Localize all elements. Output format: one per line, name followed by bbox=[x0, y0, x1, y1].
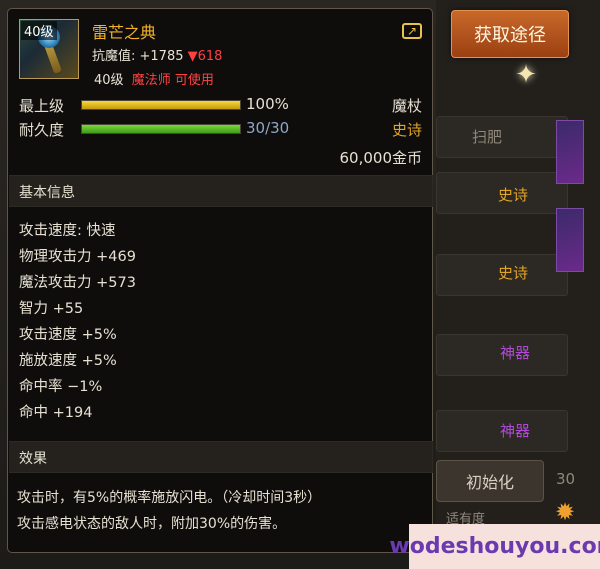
partial-number: 30 bbox=[556, 470, 576, 488]
durability-bar bbox=[81, 124, 241, 134]
list-item-rarity: 史诗 bbox=[498, 186, 529, 204]
item-type: 魔杖 bbox=[391, 97, 422, 115]
list-item-icon bbox=[556, 120, 584, 184]
durability-value: 30/30 bbox=[246, 119, 290, 137]
watermark: wodeshouyou.com bbox=[389, 524, 600, 569]
effect-line: 攻击时，有5%的概率施放闪电。（冷却时间3秒） bbox=[17, 490, 322, 506]
attribute-line: 攻击速度: 快速 bbox=[19, 223, 116, 239]
requirement: 40级 魔法师 可使用 bbox=[94, 69, 214, 88]
sun-gear-icon: ✹ bbox=[554, 498, 576, 526]
list-item-icon bbox=[556, 208, 584, 272]
durability-bar-fill bbox=[82, 125, 240, 133]
effect-title: 效果 bbox=[19, 451, 47, 467]
sparkle-icon: ✦ bbox=[515, 60, 537, 90]
attribute-line: 命中 +194 bbox=[19, 405, 93, 421]
required-level: 40级 bbox=[94, 73, 124, 88]
list-item-tag: 扫肥 bbox=[472, 128, 503, 146]
attribute-line: 施放速度 +5% bbox=[19, 353, 117, 369]
magic-resist-value: 抗魔值: +1785 bbox=[92, 49, 184, 64]
list-item-rarity: 神器 bbox=[500, 344, 531, 362]
attribute-line: 智力 +55 bbox=[19, 301, 84, 317]
initialize-button[interactable]: 初始化 bbox=[436, 460, 544, 502]
grade-label: 最上级 bbox=[19, 97, 65, 115]
grade-bar bbox=[81, 100, 241, 110]
attribute-line: 命中率 −1% bbox=[19, 379, 103, 395]
attribute-line: 攻击速度 +5% bbox=[19, 327, 117, 343]
attribute-line: 物理攻击力 +469 bbox=[19, 249, 136, 265]
item-rarity: 史诗 bbox=[391, 121, 422, 139]
item-price: 60,000金币 bbox=[339, 149, 423, 167]
grade-value: 100% bbox=[246, 95, 289, 113]
effect-line: 攻击感电状态的敌人时，附加30%的伤害。 bbox=[17, 516, 287, 532]
durability-label: 耐久度 bbox=[19, 121, 65, 139]
basic-info-title: 基本信息 bbox=[19, 185, 75, 201]
magic-resist: 抗魔值: +1785 ▼618 bbox=[92, 45, 222, 64]
list-item-rarity: 史诗 bbox=[498, 264, 529, 282]
grade-bar-fill bbox=[82, 101, 240, 109]
magic-resist-delta: ▼618 bbox=[187, 49, 223, 64]
item-tooltip: 40级 雷芒之典 抗魔值: +1785 ▼618 40级 魔法师 可使用 ↗ 最… bbox=[7, 8, 433, 553]
required-class: 魔法师 可使用 bbox=[131, 73, 214, 88]
item-level-badge: 40级 bbox=[21, 21, 57, 40]
item-name: 雷芒之典 bbox=[92, 23, 157, 42]
share-arrow-icon[interactable]: ↗ bbox=[402, 23, 422, 39]
acquire-method-button[interactable]: 获取途径 bbox=[451, 10, 569, 58]
attribute-line: 魔法攻击力 +573 bbox=[19, 275, 136, 291]
effect-header: 效果 bbox=[9, 441, 433, 473]
basic-info-header: 基本信息 bbox=[9, 175, 433, 207]
list-item-rarity: 神器 bbox=[500, 422, 531, 440]
